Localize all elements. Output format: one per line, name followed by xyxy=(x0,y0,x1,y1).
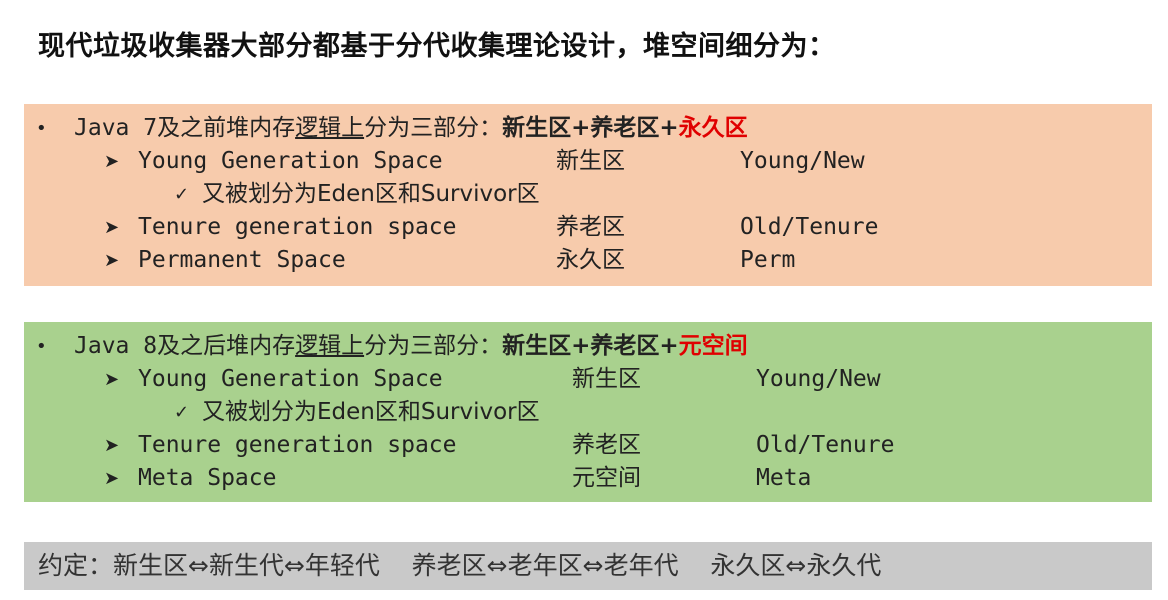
row-sub: 又被划分为Eden区和Survivor区 xyxy=(202,399,540,425)
bullet-icon: • xyxy=(36,336,47,357)
arrow-icon: ➤ xyxy=(104,369,120,390)
row-en: Young/New xyxy=(756,366,881,392)
java8-section: • Java 8及之后堆内存逻辑上分为三部分：新生区+养老区+元空间 ➤ You… xyxy=(24,322,1152,502)
row-en: Meta xyxy=(756,465,812,491)
row-cn: 养老区 xyxy=(556,214,625,240)
row-name: Tenure generation space xyxy=(138,214,457,240)
convention-note: 约定：新生区⇔新生代⇔年轻代 养老区⇔老年区⇔老年代 永久区⇔永久代 xyxy=(24,542,1152,590)
java7-heading: Java 7及之前堆内存逻辑上分为三部分：新生区+养老区+永久区 xyxy=(74,112,748,145)
arrow-icon: ➤ xyxy=(104,151,120,172)
row-cn: 养老区 xyxy=(572,432,641,458)
heading-desc: 及之后堆内存 xyxy=(157,333,296,359)
arrow-icon: ➤ xyxy=(104,435,120,456)
check-icon: ✓ xyxy=(174,402,190,423)
page-title: 现代垃圾收集器大部分都基于分代收集理论设计，堆空间细分为： xyxy=(38,31,836,62)
row-cn: 元空间 xyxy=(572,465,641,491)
heading-underlined: 逻辑上 xyxy=(295,333,365,359)
row-name: Meta Space xyxy=(138,465,277,491)
heading-red: 永久区 xyxy=(678,115,748,141)
row-en: Old/Tenure xyxy=(756,432,895,458)
heading-bold: 新生区+养老区+ xyxy=(502,115,679,141)
row-en: Old/Tenure xyxy=(740,214,879,240)
java8-heading: Java 8及之后堆内存逻辑上分为三部分：新生区+养老区+元空间 xyxy=(74,330,748,363)
row-name: Young Generation Space xyxy=(138,366,443,392)
row-en: Young/New xyxy=(740,148,865,174)
row-name: Permanent Space xyxy=(138,247,346,273)
note-text: 约定：新生区⇔新生代⇔年轻代 养老区⇔老年区⇔老年代 永久区⇔永久代 xyxy=(38,551,882,580)
heading-desc: 及之前堆内存 xyxy=(157,115,296,141)
row-en: Perm xyxy=(740,247,796,273)
java7-section: • Java 7及之前堆内存逻辑上分为三部分：新生区+养老区+永久区 ➤ You… xyxy=(24,104,1152,286)
bullet-icon: • xyxy=(36,118,47,139)
heading-desc-b: 分为三部分： xyxy=(364,333,503,359)
arrow-icon: ➤ xyxy=(104,250,120,271)
java-version: Java 7 xyxy=(74,115,158,141)
row-cn: 永久区 xyxy=(556,247,625,273)
row-name: Tenure generation space xyxy=(138,432,457,458)
row-cn: 新生区 xyxy=(556,148,625,174)
heading-desc-b: 分为三部分： xyxy=(364,115,503,141)
check-icon: ✓ xyxy=(174,184,190,205)
row-sub: 又被划分为Eden区和Survivor区 xyxy=(202,181,540,207)
arrow-icon: ➤ xyxy=(104,217,120,238)
heading-underlined: 逻辑上 xyxy=(295,115,365,141)
row-cn: 新生区 xyxy=(572,366,641,392)
row-name: Young Generation Space xyxy=(138,148,443,174)
heading-red: 元空间 xyxy=(678,333,748,359)
heading-bold: 新生区+养老区+ xyxy=(502,333,679,359)
arrow-icon: ➤ xyxy=(104,468,120,489)
java-version: Java 8 xyxy=(74,333,158,359)
